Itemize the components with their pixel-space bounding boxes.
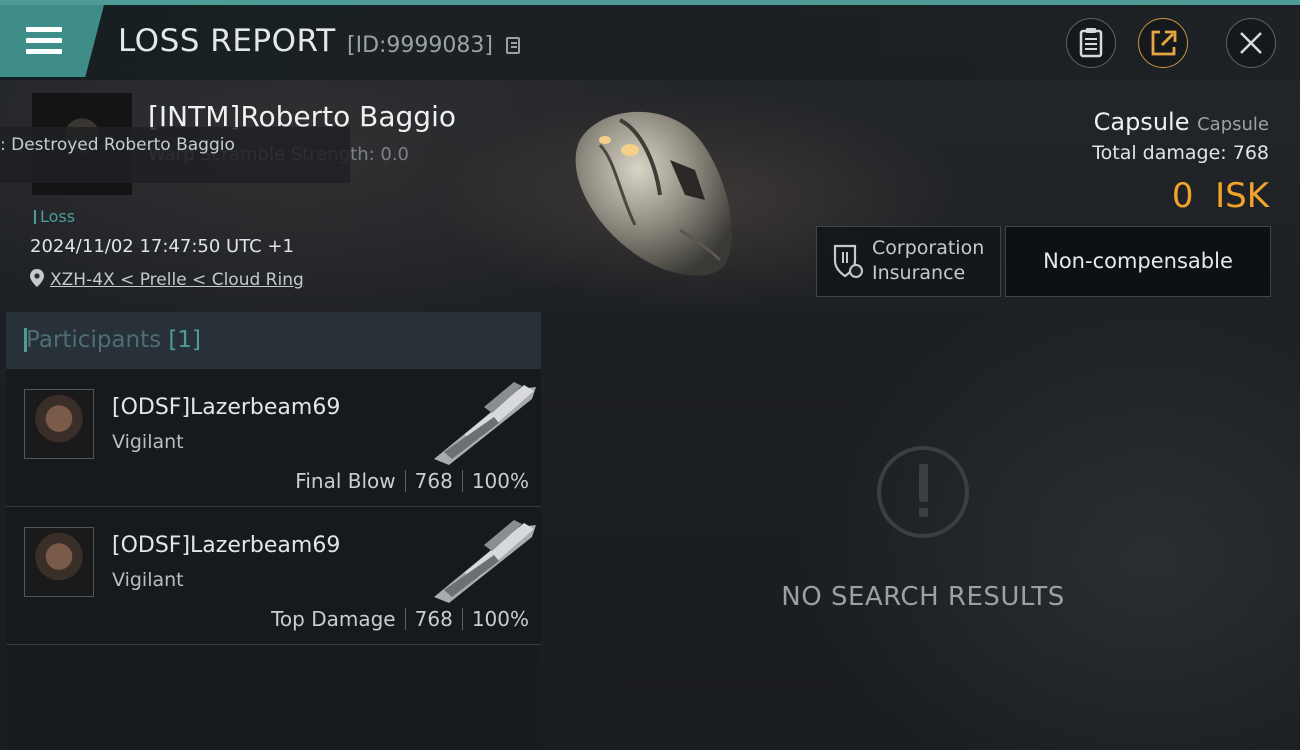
no-results-text: NO SEARCH RESULTS	[781, 582, 1065, 612]
isk-amount: 0	[1171, 176, 1194, 216]
location-pin-icon	[30, 269, 44, 287]
insurance-icon	[833, 244, 863, 278]
close-button[interactable]	[1226, 18, 1276, 68]
insurance-button[interactable]: Corporation Insurance	[816, 226, 1001, 297]
copy-icon[interactable]	[506, 37, 520, 54]
total-damage: Total damage: 768	[1092, 142, 1269, 164]
participant-row[interactable]: [ODSF]Lazerbeam69 Vigilant Final Blow 768…	[6, 369, 541, 507]
capsule-ship-image	[575, 111, 732, 276]
share-icon	[1151, 30, 1176, 55]
page-title: LOSS REPORT	[118, 23, 336, 59]
participants-count: [1]	[168, 327, 202, 353]
participant-row[interactable]: [ODSF]Lazerbeam69 Vigilant Top Damage 768…	[6, 507, 541, 645]
participant-role: Final Blow	[295, 469, 396, 493]
ship-name: Capsule Capsule	[1094, 108, 1269, 136]
alert-icon	[877, 446, 969, 538]
total-damage-label: Total damage:	[1092, 142, 1227, 164]
participants-title-text: Participants	[26, 327, 162, 353]
participant-avatar[interactable]	[24, 527, 94, 597]
location-link[interactable]: XZH-4X < Prelle < Cloud Ring	[50, 270, 304, 290]
loss-tag: Loss	[34, 207, 75, 226]
participant-percent: 100%	[471, 607, 529, 631]
participant-name: [ODSF]Lazerbeam69	[112, 395, 341, 420]
ship-type-text: Capsule	[1197, 114, 1269, 135]
participant-stats: Final Blow 768 100%	[295, 469, 529, 493]
tooltip-text: : Destroyed Roberto Baggio	[0, 135, 235, 155]
participant-ship: Vigilant	[112, 569, 184, 591]
clipboard-button[interactable]	[1066, 18, 1116, 68]
total-damage-value: 768	[1232, 142, 1269, 164]
loss-datetime: 2024/11/02 17:47:50 UTC +1	[30, 236, 294, 257]
ship-name-text: Capsule	[1093, 108, 1190, 136]
vigilant-ship-image	[434, 520, 536, 603]
participant-damage: 768	[414, 469, 453, 493]
participant-ship: Vigilant	[112, 431, 184, 453]
compensation-status: Non-compensable	[1005, 226, 1271, 297]
isk-value: 0 ISK	[1172, 176, 1269, 216]
report-id: [ID:9999083]	[347, 33, 493, 58]
participant-name: [ODSF]Lazerbeam69	[112, 533, 341, 558]
participant-avatar[interactable]	[24, 389, 94, 459]
vigilant-ship-image	[434, 382, 536, 465]
isk-unit: ISK	[1215, 176, 1269, 216]
participant-percent: 100%	[471, 469, 529, 493]
participant-stats: Top Damage 768 100%	[271, 607, 529, 631]
participants-title: Participants [1]	[23, 327, 202, 353]
participant-damage: 768	[414, 607, 453, 631]
participant-role: Top Damage	[271, 607, 396, 631]
clipboard-icon	[1079, 27, 1102, 57]
close-icon	[1239, 31, 1262, 54]
share-button[interactable]	[1138, 18, 1188, 68]
location-row[interactable]: XZH-4X < Prelle < Cloud Ring	[30, 269, 304, 290]
insurance-label: Corporation Insurance	[872, 237, 985, 284]
